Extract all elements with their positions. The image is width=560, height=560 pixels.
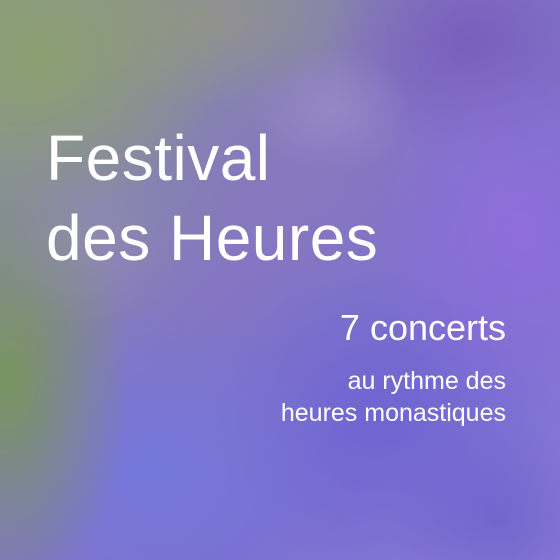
tagline-line-2: heures monastiques [280,399,506,427]
background-blur [0,0,560,560]
tagline-line-1: au rythme des [347,367,506,395]
festival-poster: Festival des Heures 7 concerts au rythme… [0,0,560,560]
poster-title: Festival des Heures [46,118,378,278]
title-line-1: Festival [46,122,271,194]
concert-count: 7 concerts [339,307,506,348]
title-line-2: des Heures [46,202,379,274]
tagline: au rythme des heures monastiques [281,365,506,429]
